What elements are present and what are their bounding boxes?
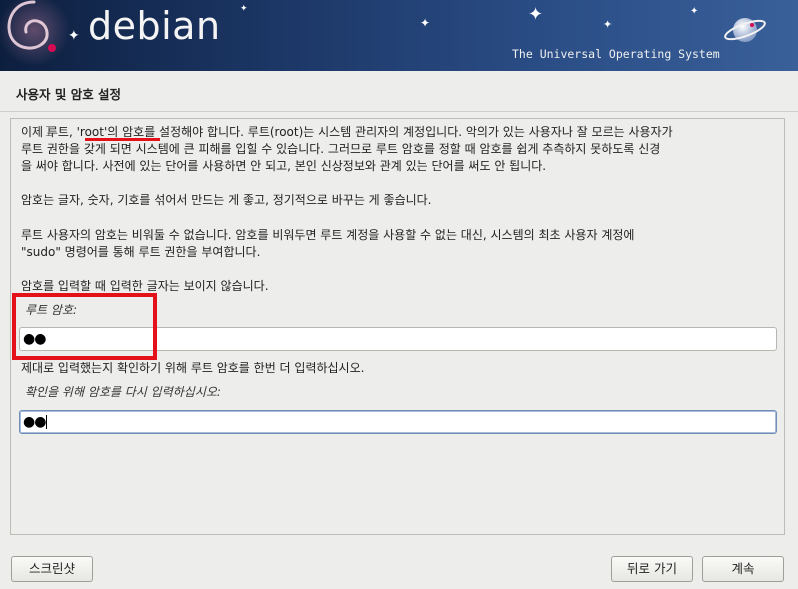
screenshot-button[interactable]: 스크린샷	[11, 556, 93, 582]
instruction-line: "sudo" 명령어를 통해 루트 권한을 부여합니다.	[21, 245, 261, 259]
debian-logo-text: debian	[88, 4, 221, 48]
confirm-instruction: 제대로 입력했는지 확인하기 위해 루트 암호를 한번 더 입력하십시오.	[21, 361, 365, 375]
confirm-password-field[interactable]: ●●	[19, 410, 777, 434]
text-cursor-icon: 𝙸	[44, 124, 54, 140]
debian-banner: ✦ ✦ ✦ ✦ ✦ ✦ debian The Universal Operati…	[0, 0, 798, 71]
instruction-paragraph-2: 암호는 글자, 숫자, 기호를 섞어서 만드는 게 좋고, 정기적으로 바꾸는 …	[21, 193, 432, 207]
confirm-password-value: ●●	[23, 414, 46, 430]
annotation-highlight-box	[12, 293, 157, 360]
instruction-line: 루트 사용자의 암호는 비워둘 수 없습니다. 암호를 비워두면 루트 계정을 …	[21, 228, 635, 242]
text-caret	[46, 415, 48, 429]
banner-tagline: The Universal Operating System	[512, 47, 720, 61]
instruction-line: 을 써야 합니다. 사전에 있는 단어를 사용하면 안 되고, 본인 신상정보와…	[21, 159, 547, 173]
instruction-line: 루트 권한을 갖게 되면 시스템에 큰 피해를 입힐 수 있습니다. 그러므로 …	[21, 142, 661, 156]
ringed-planet-icon	[724, 18, 766, 42]
annotation-underline	[85, 138, 160, 141]
back-button[interactable]: 뒤로 가기	[611, 556, 693, 582]
confirm-password-label: 확인을 위해 암호를 다시 입력하십시오:	[25, 385, 221, 399]
page-header: 사용자 및 암호 설정	[0, 71, 798, 112]
page-title: 사용자 및 암호 설정	[16, 87, 122, 102]
continue-button[interactable]: 계속	[702, 556, 784, 582]
instruction-paragraph-3: 루트 사용자의 암호는 비워둘 수 없습니다. 암호를 비워두면 루트 계정을 …	[21, 227, 634, 261]
instruction-paragraph-1: 이제 루트, 'root'의 암호를 설정해야 합니다. 루트(root)는 시…	[21, 124, 673, 175]
